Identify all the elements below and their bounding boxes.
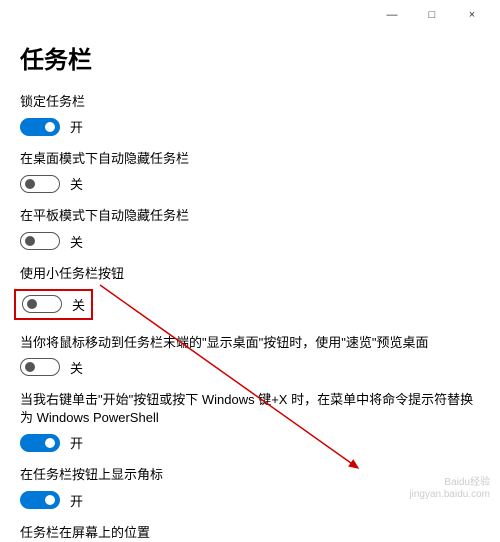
toggle-switch[interactable] [20,358,60,376]
minimize-button[interactable]: — [372,1,412,29]
toggle-knob [25,179,35,189]
toggle-knob [27,299,37,309]
setting-label: 在平板模式下自动隐藏任务栏 [20,207,480,225]
toggle-state-label: 开 [70,117,83,136]
toggle-switch[interactable] [22,295,62,313]
watermark: Baidu经验 jingyan.baidu.com [409,477,490,501]
setting-item: 当我右键单击"开始"按钮或按下 Windows 键+X 时，在菜单中将命令提示符… [20,391,480,452]
close-button[interactable]: × [452,1,492,29]
setting-item: 使用小任务栏按钮关 [20,265,480,320]
toggle-state-label: 关 [70,358,83,377]
page-title: 任务栏 [20,40,480,75]
toggle-state-label: 关 [70,232,83,251]
toggle-row: 开 [20,117,480,136]
toggle-switch[interactable] [20,232,60,250]
toggle-switch[interactable] [20,175,60,193]
toggle-knob [45,438,55,448]
window-titlebar: — □ × [0,0,500,30]
toggle-switch[interactable] [20,118,60,136]
toggle-state-label: 开 [70,433,83,452]
maximize-button[interactable]: □ [412,1,452,29]
toggle-knob [45,495,55,505]
toggle-row: 关 [20,174,480,193]
toggle-row: 关 [14,289,93,320]
toggle-knob [25,362,35,372]
toggle-switch[interactable] [20,491,60,509]
toggle-switch[interactable] [20,434,60,452]
toggle-knob [45,122,55,132]
watermark-site: jingyan.baidu.com [409,489,490,501]
setting-label: 使用小任务栏按钮 [20,265,480,283]
taskbar-location-section: 任务栏在屏幕上的位置 [20,524,480,542]
setting-label: 当你将鼠标移动到任务栏末端的"显示桌面"按钮时，使用"速览"预览桌面 [20,334,480,352]
setting-label: 锁定任务栏 [20,93,480,111]
setting-label: 任务栏在屏幕上的位置 [20,524,480,542]
toggle-row: 关 [20,358,480,377]
settings-content: 任务栏 锁定任务栏开在桌面模式下自动隐藏任务栏关在平板模式下自动隐藏任务栏关使用… [0,30,500,542]
watermark-brand: Baidu经验 [409,477,490,489]
toggle-row: 开 [20,433,480,452]
setting-label: 在桌面模式下自动隐藏任务栏 [20,150,480,168]
setting-item: 在平板模式下自动隐藏任务栏关 [20,207,480,250]
setting-item: 锁定任务栏开 [20,93,480,136]
toggle-knob [25,236,35,246]
toggle-row: 关 [20,232,480,251]
setting-label: 当我右键单击"开始"按钮或按下 Windows 键+X 时，在菜单中将命令提示符… [20,391,480,427]
setting-item: 在桌面模式下自动隐藏任务栏关 [20,150,480,193]
toggle-state-label: 关 [72,295,85,314]
toggle-state-label: 关 [70,174,83,193]
setting-item: 当你将鼠标移动到任务栏末端的"显示桌面"按钮时，使用"速览"预览桌面关 [20,334,480,377]
